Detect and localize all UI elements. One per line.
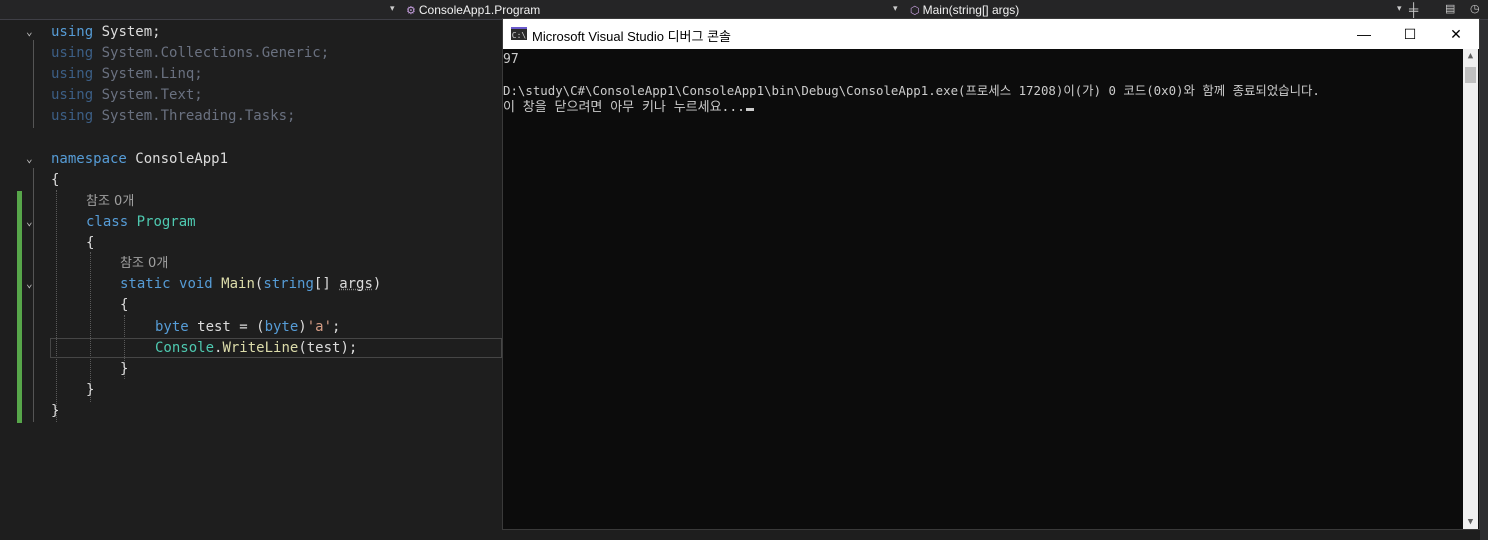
code-line[interactable]: Console.WriteLine(test); (155, 338, 357, 359)
code-line[interactable]: using System.Linq; (51, 64, 203, 85)
tool-window-strip[interactable] (1480, 20, 1488, 540)
fold-toggle-icon[interactable]: ⌄ (26, 277, 38, 290)
parameter: args (339, 276, 373, 292)
change-indicator-bar (17, 191, 22, 423)
console-prompt-text: 이 창을 닫으려면 아무 키나 누르세요... (503, 100, 746, 115)
console-output[interactable]: 97 D:\study\C#\ConsoleApp1\ConsoleApp1\b… (503, 49, 1463, 529)
member-dropdown-arrow-icon[interactable]: ▾ (1397, 3, 1402, 14)
fold-toggle-icon[interactable]: ⌄ (26, 152, 38, 165)
split-icon[interactable]: ╪ (1409, 2, 1418, 17)
method-icon: ⬡ (910, 4, 920, 17)
reference-count-lens[interactable]: 참조 0개 (86, 191, 134, 212)
keyword: using (51, 24, 94, 40)
class-dropdown-label: ConsoleApp1.Program (418, 3, 541, 17)
keyword: using (51, 45, 94, 61)
console-app-icon: C:\ (511, 27, 527, 40)
code-text: System; (93, 24, 161, 40)
using-fold-line (33, 40, 34, 128)
code-line[interactable]: { (120, 295, 128, 316)
code-line[interactable]: using System; (51, 22, 161, 43)
keyword: void (179, 276, 213, 292)
document-icon[interactable]: ▤ (1445, 2, 1455, 15)
project-dropdown-arrow-icon[interactable]: ▾ (390, 3, 395, 14)
code-text: [] (313, 276, 340, 292)
fold-toggle-icon[interactable]: ⌄ (26, 25, 38, 38)
console-output-line: 97 (503, 52, 519, 67)
keyword: namespace (51, 151, 127, 167)
scrollbar-thumb[interactable] (1465, 67, 1476, 83)
console-output-line: D:\study\C#\ConsoleApp1\ConsoleApp1\bin\… (503, 83, 1320, 98)
code-text: ; (332, 319, 341, 335)
code-text: System.Collections.Generic; (93, 45, 330, 61)
maximize-button[interactable]: ☐ (1387, 19, 1433, 49)
console-scrollbar[interactable]: ▲ ▼ (1463, 49, 1478, 529)
fold-toggle-icon[interactable]: ⌄ (26, 215, 38, 228)
code-line[interactable]: static void Main(string[] args) (120, 274, 381, 295)
member-dropdown-label: Main(string[] args) (922, 3, 1020, 17)
code-line[interactable]: { (51, 170, 59, 191)
code-text: System.Linq; (93, 66, 203, 82)
code-line[interactable]: using System.Text; (51, 85, 203, 106)
console-title-bar[interactable]: C:\ Microsoft Visual Studio 디버그 콘솔 — ☐ ✕ (503, 19, 1479, 49)
namespace-fold-line (33, 168, 34, 422)
keyword: byte (264, 319, 299, 335)
code-text: ) (372, 276, 382, 292)
indent-guide (56, 190, 57, 422)
editor-navigation-bar: ▾ ⚙ ConsoleApp1.Program ▾ ⬡ Main(string[… (0, 0, 1488, 20)
code-line[interactable]: namespace ConsoleApp1 (51, 149, 228, 170)
keyword: static (120, 276, 171, 292)
code-line[interactable]: using System.Collections.Generic; (51, 43, 329, 64)
keyword: using (51, 87, 94, 103)
code-line[interactable]: class Program (86, 212, 196, 233)
console-title: Microsoft Visual Studio 디버그 콘솔 (532, 29, 732, 44)
console-prompt-line: 이 창을 닫으려면 아무 키나 누르세요... (503, 99, 755, 116)
code-line[interactable]: } (86, 380, 94, 401)
string-literal: 'a' (306, 319, 333, 335)
method-name: WriteLine (222, 340, 299, 356)
type-name: Console (155, 340, 215, 356)
code-line[interactable]: } (120, 359, 128, 380)
class-dropdown-arrow-icon[interactable]: ▾ (893, 3, 898, 14)
code-line[interactable]: { (86, 233, 94, 254)
code-text: ) (298, 319, 307, 335)
code-editor[interactable]: ⌄ ⌄ ⌄ ⌄ using System; using System.Colle… (0, 20, 502, 540)
close-button[interactable]: ✕ (1433, 19, 1479, 49)
text-cursor (746, 108, 755, 111)
debug-console-window[interactable]: C:\ Microsoft Visual Studio 디버그 콘솔 — ☐ ✕… (502, 18, 1480, 530)
keyword: byte (155, 319, 189, 335)
keyword: using (51, 66, 94, 82)
scroll-up-icon[interactable]: ▲ (1463, 49, 1478, 63)
keyword: class (86, 214, 129, 230)
class-dropdown[interactable]: ⚙ ConsoleApp1.Program (406, 3, 540, 17)
scroll-down-icon[interactable]: ▼ (1463, 515, 1478, 529)
code-text: System.Threading.Tasks; (93, 108, 296, 124)
code-text: test = ( (188, 319, 265, 335)
history-icon[interactable]: ◷ (1470, 2, 1480, 15)
method-name: Main (221, 276, 255, 292)
code-line[interactable]: using System.Threading.Tasks; (51, 106, 295, 127)
keyword: using (51, 108, 94, 124)
type-name: Program (136, 214, 196, 230)
reference-count-lens[interactable]: 참조 0개 (120, 253, 168, 274)
member-dropdown[interactable]: ⬡ Main(string[] args) (910, 3, 1019, 17)
code-text: (test); (298, 340, 358, 356)
keyword: string (263, 276, 314, 292)
minimize-button[interactable]: — (1341, 19, 1387, 49)
code-line[interactable]: } (51, 401, 59, 422)
code-text: ConsoleApp1 (126, 151, 229, 167)
code-line[interactable]: byte test = (byte)'a'; (155, 317, 340, 338)
class-icon: ⚙ (406, 4, 416, 17)
code-text: System.Text; (93, 87, 203, 103)
